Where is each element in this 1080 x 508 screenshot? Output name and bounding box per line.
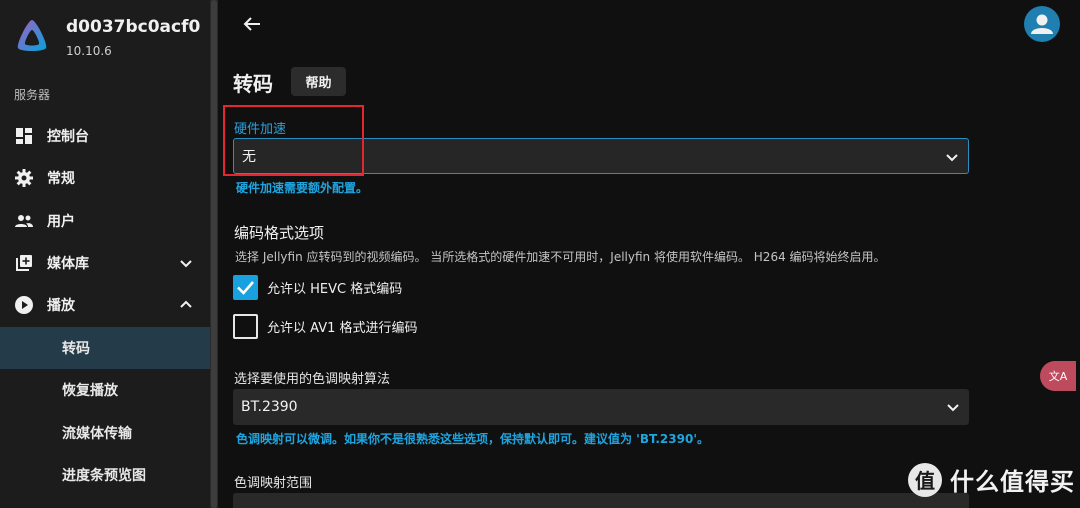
sidebar-subitem-transcoding[interactable]: 转码 [0, 327, 210, 369]
brand[interactable]: d0037bc0acf0 10.10.6 [14, 16, 200, 58]
main-content: 转码 帮助 硬件加速 无 硬件加速需要额外配置。 编码格式选项 选择 Jelly… [218, 0, 1080, 508]
jellyfin-logo-icon [17, 20, 47, 51]
translate-button[interactable]: 文A [1040, 361, 1076, 391]
chevron-down-icon [180, 260, 192, 268]
tonemap-range-select[interactable] [233, 493, 969, 508]
sidebar-subitem-trickplay[interactable]: 进度条预览图 [0, 454, 210, 496]
sidebar-scrollbar[interactable] [210, 0, 218, 508]
watermark-text: 什么值得买 [950, 468, 1075, 496]
sidebar-item-label: 常规 [47, 171, 75, 187]
hw-accel-hint: 硬件加速需要额外配置。 [236, 181, 369, 195]
hevc-checkbox[interactable] [233, 274, 258, 300]
checkmark-icon [237, 280, 254, 295]
sidebar-subitem-label: 恢复播放 [62, 383, 118, 399]
chevron-down-icon [947, 404, 959, 412]
sidebar-item-users[interactable]: 用户 [0, 200, 210, 242]
tonemap-algo-select[interactable]: BT.2390 [233, 389, 969, 425]
tonemap-algo-hint: 色调映射可以微调。如果你不是很熟悉这些选项，保持默认即可。建议值为 'BT.23… [236, 432, 709, 446]
play-circle-icon [15, 296, 33, 314]
av1-checkbox[interactable] [233, 313, 258, 339]
sidebar-subitem-label: 进度条预览图 [62, 468, 146, 484]
sidebar-subitem-resume[interactable]: 恢复播放 [0, 369, 210, 411]
av1-checkbox-label: 允许以 AV1 格式进行编码 [267, 320, 418, 336]
people-icon [15, 215, 33, 227]
chevron-down-icon [946, 154, 958, 162]
sidebar-item-playback[interactable]: 播放 [0, 284, 210, 326]
server-version: 10.10.6 [66, 44, 112, 58]
back-arrow-icon[interactable] [240, 12, 264, 36]
encoding-section-desc: 选择 Jellyfin 应转码到的视频编码。 当所选格式的硬件加速不可用时，Je… [235, 250, 886, 264]
sidebar-item-general[interactable]: 常规 [0, 157, 210, 199]
sidebar: d0037bc0acf0 10.10.6 服务器 控制台 常规 用户 媒体库 播… [0, 0, 210, 508]
sidebar-item-libraries[interactable]: 媒体库 [0, 242, 210, 284]
sidebar-subitem-label: 流媒体传输 [62, 426, 132, 442]
tonemap-range-label: 色调映射范围 [234, 476, 313, 491]
annotation-highlight-box [223, 105, 364, 176]
encoding-section-title: 编码格式选项 [234, 224, 325, 242]
watermark-badge: 值 [908, 462, 942, 497]
av1-checkbox-row[interactable]: 允许以 AV1 格式进行编码 [233, 313, 418, 339]
user-avatar[interactable] [1024, 6, 1060, 42]
sidebar-subitem-streaming[interactable]: 流媒体传输 [0, 412, 210, 454]
page-title: 转码 [233, 72, 273, 96]
sidebar-subitem-label: 转码 [62, 341, 90, 357]
chevron-up-icon [180, 300, 192, 308]
sidebar-item-label: 用户 [47, 214, 75, 230]
hevc-checkbox-label: 允许以 HEVC 格式编码 [267, 281, 403, 297]
dashboard-icon [16, 128, 32, 144]
watermark: 值 什么值得买 [908, 462, 1075, 497]
sidebar-item-label: 控制台 [47, 129, 89, 145]
scrollbar-thumb[interactable] [211, 0, 217, 508]
hevc-checkbox-row[interactable]: 允许以 HEVC 格式编码 [233, 274, 402, 300]
sidebar-item-dashboard[interactable]: 控制台 [0, 115, 210, 157]
sidebar-item-label: 播放 [47, 298, 75, 314]
tonemap-algo-label: 选择要使用的色调映射算法 [234, 372, 391, 387]
tonemap-algo-value: BT.2390 [241, 399, 298, 415]
gear-icon [15, 169, 33, 187]
library-add-icon [16, 255, 32, 271]
sidebar-item-label: 媒体库 [47, 256, 89, 272]
section-label-server: 服务器 [14, 88, 51, 102]
server-name: d0037bc0acf0 [66, 17, 201, 37]
user-icon [1031, 14, 1053, 34]
help-button[interactable]: 帮助 [291, 67, 346, 96]
